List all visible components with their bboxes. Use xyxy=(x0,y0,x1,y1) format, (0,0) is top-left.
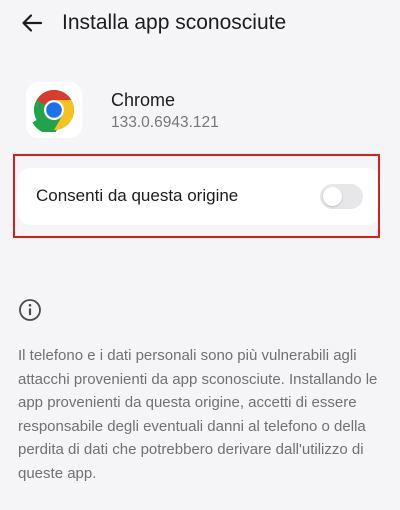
chrome-icon xyxy=(32,90,74,132)
top-app-bar: Installa app sconosciute xyxy=(0,0,400,50)
info-description: Il telefono e i dati personali sono più … xyxy=(18,347,378,482)
app-icon xyxy=(26,82,82,138)
app-info: Chrome 133.0.6943.121 xyxy=(26,82,386,138)
app-version: 133.0.6943.121 xyxy=(111,114,219,131)
allow-from-source-label: Consenti da questa origine xyxy=(36,186,239,205)
allow-from-source-switch[interactable] xyxy=(320,184,363,209)
page-title: Installa app sconosciute xyxy=(62,11,287,34)
allow-from-source-row[interactable]: Consenti da questa origine xyxy=(17,168,381,225)
arrow-left-icon xyxy=(22,14,43,32)
back-button[interactable] xyxy=(20,11,44,35)
switch-thumb xyxy=(323,187,342,206)
app-name: Chrome xyxy=(111,90,176,110)
info-icon xyxy=(18,298,42,322)
